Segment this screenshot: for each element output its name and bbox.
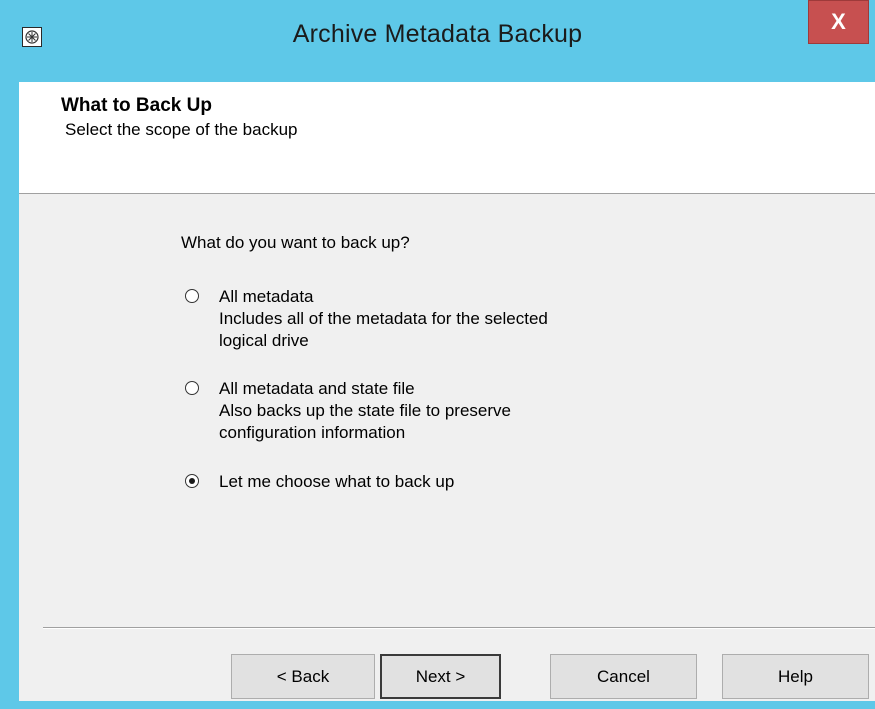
radio-let-me-choose[interactable] xyxy=(185,474,199,488)
help-button[interactable]: Help xyxy=(722,654,869,699)
next-button[interactable]: Next > xyxy=(380,654,501,699)
title-bar[interactable]: Archive Metadata Backup X xyxy=(0,0,875,82)
option-metadata-and-state[interactable]: All metadata and state file Also backs u… xyxy=(185,378,659,444)
dialog-client-area: What to Back Up Select the scope of the … xyxy=(19,82,875,701)
close-button[interactable]: X xyxy=(808,0,869,44)
page-title: What to Back Up xyxy=(61,95,212,116)
option-label: Let me choose what to back up xyxy=(219,472,455,491)
wizard-header: What to Back Up Select the scope of the … xyxy=(19,82,875,194)
back-button[interactable]: < Back xyxy=(231,654,375,699)
option-all-metadata[interactable]: All metadata Includes all of the metadat… xyxy=(185,286,659,352)
window-title: Archive Metadata Backup xyxy=(292,20,583,48)
option-description-line2: configuration information xyxy=(219,423,406,442)
footer-divider xyxy=(43,627,875,629)
option-label: All metadata xyxy=(219,287,314,306)
option-let-me-choose[interactable]: Let me choose what to back up xyxy=(185,471,454,493)
option-label: All metadata and state file xyxy=(219,379,415,398)
page-subtitle: Select the scope of the backup xyxy=(65,120,298,139)
close-icon: X xyxy=(831,9,846,34)
option-description-line2: logical drive xyxy=(219,331,309,350)
option-description-line1: Includes all of the metadata for the sel… xyxy=(219,309,548,328)
cancel-button[interactable]: Cancel xyxy=(550,654,697,699)
radio-all-metadata[interactable] xyxy=(185,289,199,303)
option-description-line1: Also backs up the state file to preserve xyxy=(219,401,511,420)
radio-metadata-and-state[interactable] xyxy=(185,381,199,395)
question-label: What do you want to back up? xyxy=(181,233,410,252)
dialog-window: Archive Metadata Backup X What to Back U… xyxy=(0,0,875,709)
